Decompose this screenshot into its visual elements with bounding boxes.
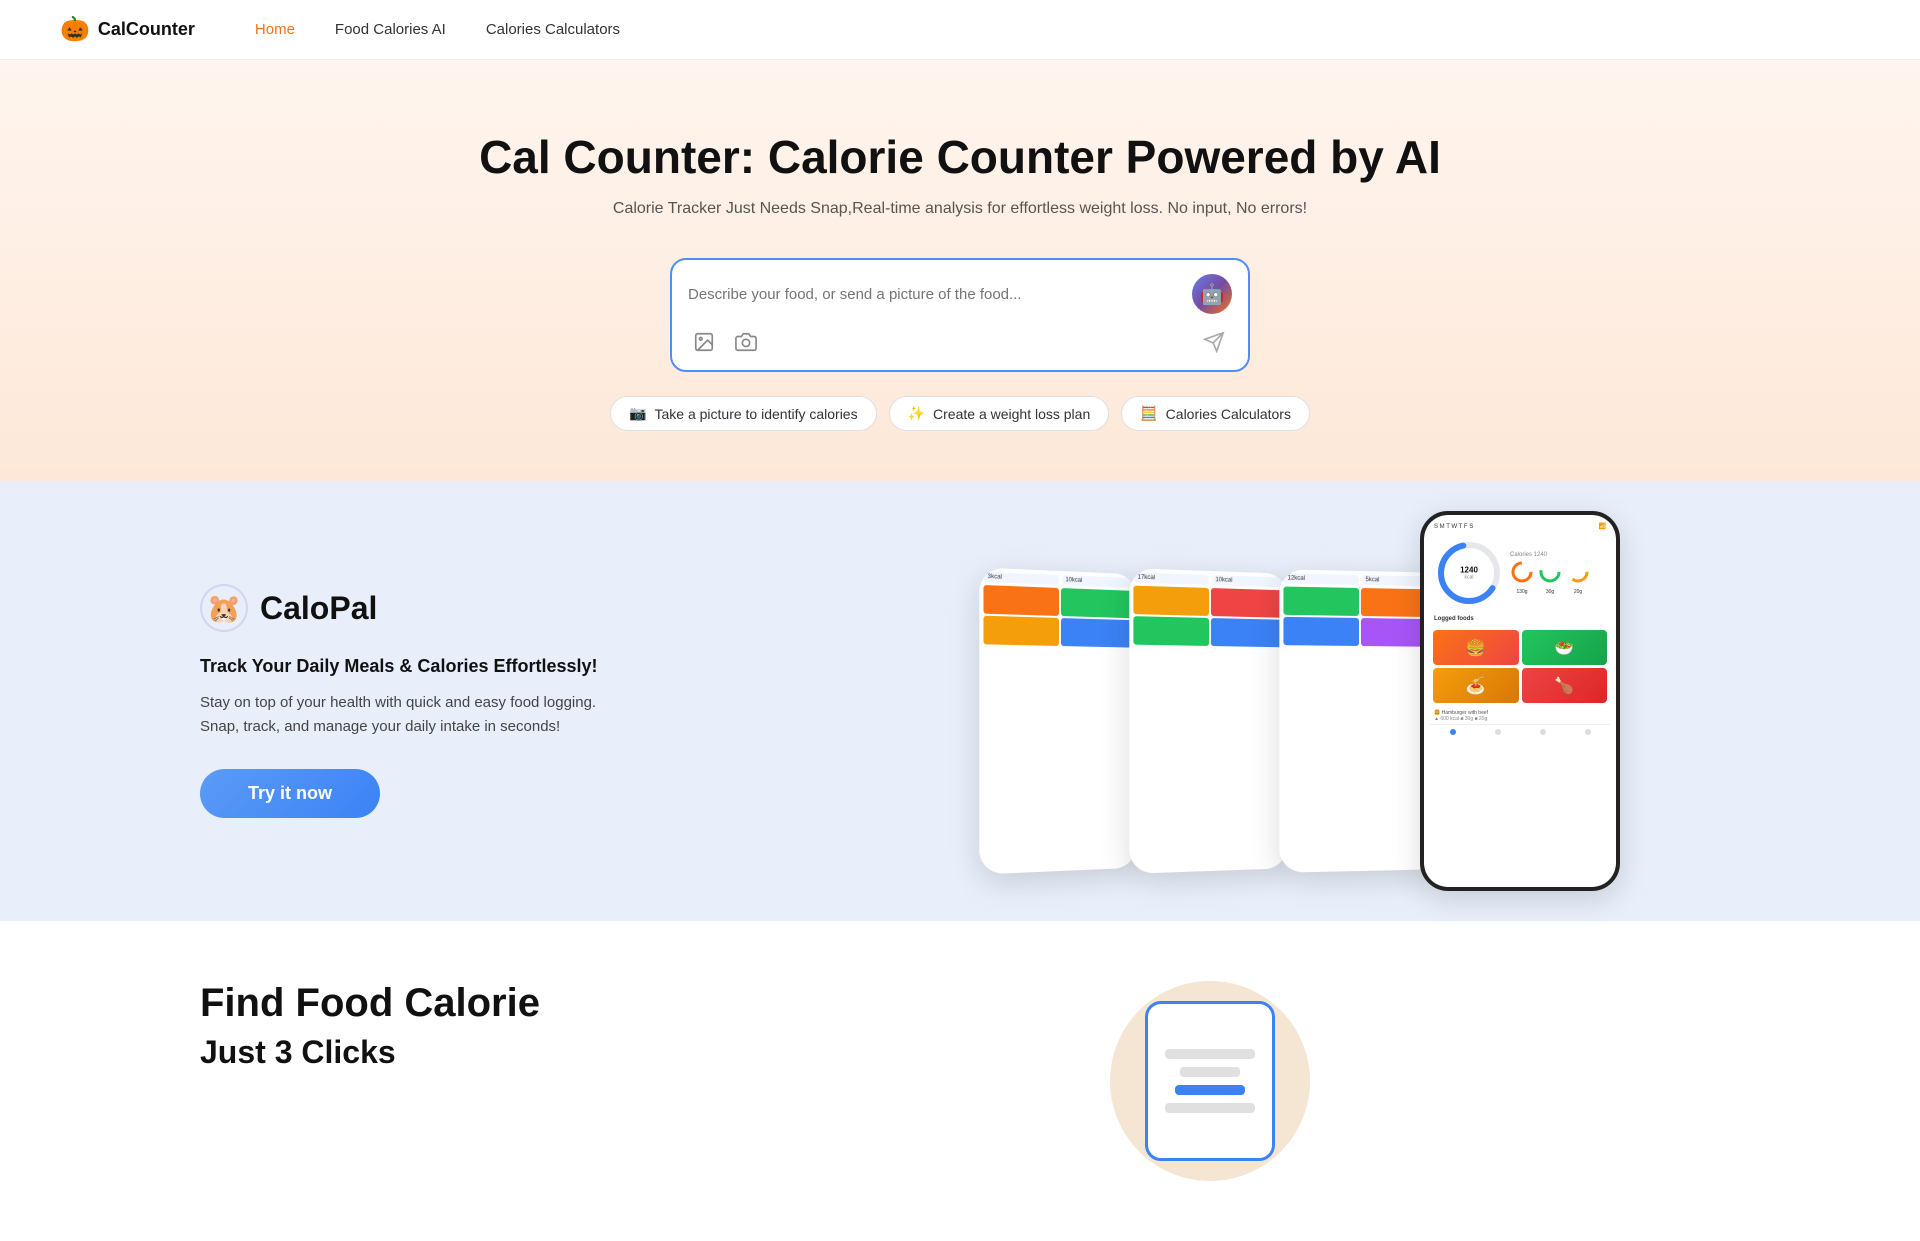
quick-action-plan[interactable]: ✨ Create a weight loss plan xyxy=(889,396,1110,431)
illus-bar-1 xyxy=(1165,1049,1255,1059)
hero-subtitle: Calorie Tracker Just Needs Snap,Real-tim… xyxy=(60,200,1860,218)
hero-title: Cal Counter: Calorie Counter Powered by … xyxy=(60,130,1860,184)
calopal-logo-icon: 🐹 xyxy=(200,584,248,632)
quick-action-calc-label: Calories Calculators xyxy=(1166,406,1291,422)
calopal-description: Stay on top of your health with quick an… xyxy=(200,691,600,739)
nav-link-food-calories[interactable]: Food Calories AI xyxy=(335,21,446,38)
nav-link-home[interactable]: Home xyxy=(255,21,295,38)
find-food-content: Find Food Calorie Just 3 Clicks xyxy=(200,981,600,1071)
calopal-tagline: Track Your Daily Meals & Calories Effort… xyxy=(200,656,600,677)
logo-text: CalCounter xyxy=(98,19,195,40)
quick-action-plan-icon: ✨ xyxy=(908,405,925,422)
calopal-content: 🐹 CaloPal Track Your Daily Meals & Calor… xyxy=(200,584,600,818)
phone-illustration xyxy=(1110,981,1310,1181)
find-food-title: Find Food Calorie xyxy=(200,981,600,1026)
search-input[interactable] xyxy=(688,286,1182,303)
navigation: 🎃 CalCounter Home Food Calories AI Calor… xyxy=(0,0,1920,60)
quick-action-plan-label: Create a weight loss plan xyxy=(933,406,1090,422)
camera-icon[interactable] xyxy=(730,326,762,358)
quick-action-photo-label: Take a picture to identify calories xyxy=(654,406,857,422)
calopal-logo-row: 🐹 CaloPal xyxy=(200,584,600,632)
quick-action-calc-icon: 🧮 xyxy=(1140,405,1157,422)
illus-bar-3 xyxy=(1175,1085,1245,1095)
quick-actions: 📷 Take a picture to identify calories ✨ … xyxy=(60,396,1860,431)
phone-mockup-mid2: 17kcal 10kcal xyxy=(1129,568,1287,874)
phone-mockup-mid1: 12kcal 5kcal xyxy=(1279,569,1438,873)
quick-action-photo-icon: 📷 xyxy=(629,405,646,422)
phone-mockup-main: S M T W T F S 📶 1240 kcal xyxy=(1420,511,1620,891)
illus-bar-2 xyxy=(1180,1067,1240,1077)
phone-mockup-back: 3kcal 10kcal xyxy=(979,567,1137,874)
logo-icon: 🎃 xyxy=(60,15,90,44)
send-button[interactable] xyxy=(1196,324,1232,360)
nav-link-calculators[interactable]: Calories Calculators xyxy=(486,21,620,38)
quick-action-calc[interactable]: 🧮 Calories Calculators xyxy=(1121,396,1310,431)
ai-avatar: 🤖 xyxy=(1192,274,1232,314)
phone-illus-inner xyxy=(1145,1001,1275,1161)
find-food-subtitle: Just 3 Clicks xyxy=(200,1034,600,1071)
illus-bar-4 xyxy=(1165,1103,1255,1113)
search-media-icons xyxy=(688,326,762,358)
calopal-logo-text: CaloPal xyxy=(260,590,377,627)
nav-links: Home Food Calories AI Calories Calculato… xyxy=(255,21,620,38)
phone-mockups: 3kcal 10kcal 17kcal 10kcal xyxy=(700,541,1720,861)
image-upload-icon[interactable] xyxy=(688,326,720,358)
find-food-section: Find Food Calorie Just 3 Clicks xyxy=(0,921,1920,1241)
quick-action-photo[interactable]: 📷 Take a picture to identify calories xyxy=(610,396,877,431)
logo[interactable]: 🎃 CalCounter xyxy=(60,15,195,44)
find-food-illustration xyxy=(700,981,1720,1181)
search-box: 🤖 xyxy=(670,258,1250,372)
calopal-section: 🐹 CaloPal Track Your Daily Meals & Calor… xyxy=(0,481,1920,921)
hero-section: Cal Counter: Calorie Counter Powered by … xyxy=(0,60,1920,481)
try-now-button[interactable]: Try it now xyxy=(200,769,380,818)
